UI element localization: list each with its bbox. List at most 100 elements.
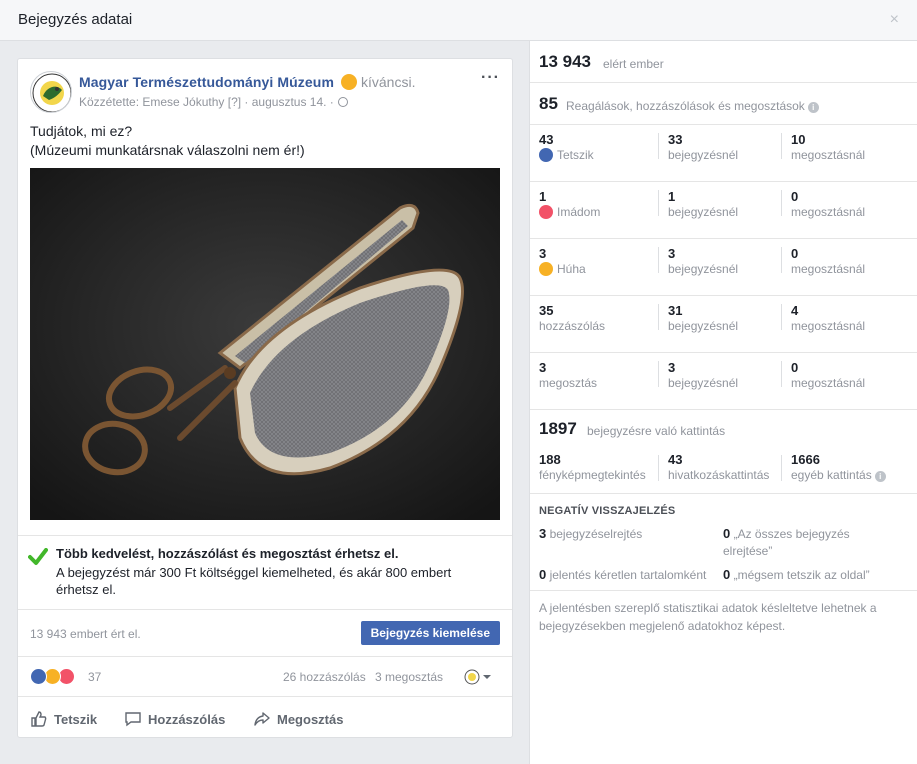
hide-post-stat: 3 bejegyzéselrejtés: [539, 525, 642, 543]
divider: [781, 455, 782, 481]
post-preview-pane: Magyar Természettudományi Múzeum kíváncs…: [0, 41, 529, 764]
unlike-page-label: „mégsem tetszik az oldal”: [733, 568, 870, 582]
comments-count[interactable]: 26 hozzászólás: [283, 670, 366, 684]
link-clicks-number: 43: [668, 452, 683, 467]
on-post-cell: 33 bejegyzésnél: [668, 133, 738, 163]
dialog-title: Bejegyzés adatai: [18, 11, 133, 28]
on-shares-cell: 0 megosztásnál: [791, 247, 865, 277]
divider: [781, 361, 782, 387]
boost-promo: Több kedvelést, hozzászólást és megosztá…: [18, 535, 512, 609]
divider: [658, 133, 659, 159]
share-button[interactable]: Megosztás: [253, 710, 343, 728]
total-cell: 3 Húha: [539, 247, 586, 277]
post-meta: Közzétette: Emese Jókuthy [?] · augusztu…: [79, 95, 348, 109]
boost-post-button[interactable]: Bejegyzés kiemelése: [360, 621, 500, 645]
engagement-number: 85: [539, 94, 558, 113]
other-clicks-cell: 1666 egyéb kattintás i: [791, 453, 886, 483]
on-shares-cell: 0 megosztásnál: [791, 361, 865, 391]
unlike-page-stat: 0 „mégsem tetszik az oldal”: [723, 566, 870, 584]
on-shares-cell: 0 megosztásnál: [791, 190, 865, 220]
total-cell: 43 Tetszik: [539, 133, 594, 163]
reach-row: 13 943 embert ért el. Bejegyzés kiemelés…: [18, 609, 512, 657]
wow-icon: [539, 262, 553, 276]
hide-all-stat: 0 „Az összes bejegyzés elrejtése”: [723, 525, 893, 560]
photo-views-cell: 188 fényképmegtekintés: [539, 453, 646, 483]
other-clicks-label-wrap: egyéb kattintás i: [791, 467, 886, 483]
spam-report-label: jelentés kéretlen tartalomként: [549, 568, 707, 582]
on-shares-number: 0: [791, 246, 799, 261]
like-icon: [539, 148, 553, 162]
post-text-line: Tudjátok, mi ez?: [30, 123, 133, 139]
link-clicks-cell: 43 hivatkozáskattintás: [668, 453, 769, 483]
info-icon[interactable]: i: [807, 102, 819, 113]
museum-logo-icon: [32, 73, 71, 112]
on-shares-number: 10: [791, 132, 806, 147]
on-shares-label: megosztásnál: [791, 376, 866, 390]
spam-report-number: 0: [539, 567, 547, 582]
total-label: Húha: [557, 262, 586, 276]
divider: [658, 247, 659, 273]
total-cell: 3 megosztás: [539, 361, 597, 391]
on-post-label: bejegyzésnél: [668, 319, 739, 333]
promo-title: Több kedvelést, hozzászólást és megosztá…: [56, 546, 399, 561]
spam-report-stat: 0 jelentés kéretlen tartalomként: [539, 566, 706, 584]
photo-views-number: 188: [539, 452, 561, 467]
total-number: 1: [539, 189, 547, 204]
on-post-number: 1: [668, 189, 676, 204]
link-clicks-label: hivatkozáskattintás: [668, 468, 770, 482]
shares-count[interactable]: 3 megosztás: [375, 670, 443, 684]
total-number: 3: [539, 360, 547, 375]
on-post-number: 3: [668, 246, 676, 261]
on-post-label: bejegyzésnél: [668, 376, 739, 390]
globe-icon: [337, 97, 348, 107]
like-button[interactable]: Tetszik: [30, 710, 97, 728]
divider: [781, 190, 782, 216]
promo-body: A bejegyzést már 300 Ft költséggel kieme…: [56, 565, 452, 597]
hide-all-label: „Az összes bejegyzés elrejtése”: [723, 527, 850, 558]
page-selector[interactable]: [463, 668, 493, 686]
engagement-label-wrap: Reagálások, hozzászólások és megosztások…: [566, 99, 819, 113]
page-avatar[interactable]: [30, 71, 72, 113]
published-by-text: Közzétette: Emese Jókuthy [?] · augusztu…: [79, 95, 334, 109]
comment-button[interactable]: Hozzászólás: [124, 710, 225, 728]
post-photo[interactable]: [30, 168, 500, 520]
reached-label: elért ember: [603, 57, 664, 71]
sieve-scissors-image: [30, 168, 500, 520]
feeling-text: kíváncsi.: [361, 74, 416, 90]
total-cell: 35 hozzászólás: [539, 304, 605, 334]
post-text: Tudjátok, mi ez? (Múzeumi munkatársnak v…: [30, 122, 305, 160]
post-stats-pane: 13 943 elért ember 85 Reagálások, hozzás…: [529, 41, 917, 764]
total-label: Imádom: [557, 205, 601, 219]
negative-feedback-title: NEGATÍV VISSZAJELZÉS: [539, 505, 676, 517]
reaction-row: 3 Húha 3 bejegyzésnél 0 megosztásnál: [530, 239, 917, 296]
on-shares-label: megosztásnál: [791, 205, 866, 219]
on-post-cell: 1 bejegyzésnél: [668, 190, 738, 220]
reaction-row: 3 megosztás 3 bejegyzésnél 0 megosztásnál: [530, 353, 917, 410]
engagement-counts: 37 26 hozzászólás 3 megosztás: [18, 657, 512, 697]
divider: [658, 304, 659, 330]
curious-emoji-icon: [341, 74, 357, 90]
on-shares-number: 0: [791, 189, 799, 204]
dialog-header: Bejegyzés adatai ×: [0, 0, 917, 41]
checkmark-icon: [28, 548, 48, 565]
hide-post-label: bejegyzéselrejtés: [549, 527, 643, 541]
reaction-count[interactable]: 37: [88, 670, 101, 684]
total-label: hozzászólás: [539, 319, 606, 333]
on-post-label: bejegyzésnél: [668, 148, 739, 162]
reached-number: 13 943: [539, 52, 591, 71]
post-text-line: (Múzeumi munkatársnak válaszolni nem ér!…: [30, 142, 305, 158]
page-name-link[interactable]: Magyar Természettudományi Múzeum: [79, 74, 334, 90]
close-icon[interactable]: ×: [890, 11, 899, 29]
total-number: 3: [539, 246, 547, 261]
on-shares-label: megosztásnál: [791, 262, 866, 276]
on-shares-cell: 4 megosztásnál: [791, 304, 865, 334]
share-icon: [254, 712, 270, 726]
other-clicks-number: 1666: [791, 452, 820, 467]
info-icon[interactable]: i: [874, 471, 886, 482]
total-cell: 1 Imádom: [539, 190, 600, 220]
on-post-number: 3: [668, 360, 676, 375]
more-options-button[interactable]: ···: [481, 69, 500, 87]
divider: [658, 455, 659, 481]
total-label-wrap: Imádom: [539, 204, 600, 220]
thumbs-up-icon: [31, 711, 47, 727]
